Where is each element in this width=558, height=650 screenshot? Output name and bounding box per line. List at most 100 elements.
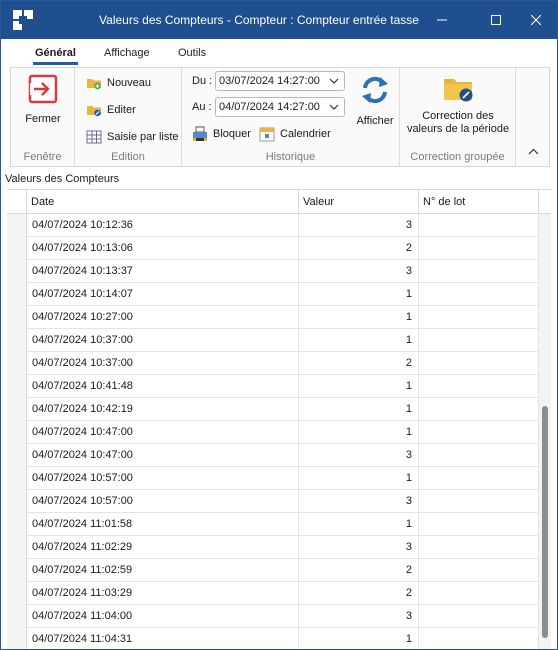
cell-value[interactable]: 1 [299,306,419,329]
to-date-field[interactable]: 04/07/2024 14:27:00 [215,97,345,117]
cell-value[interactable]: 1 [299,283,419,306]
vertical-scrollbar[interactable] [539,214,551,649]
cell-lot[interactable] [419,536,539,559]
cell-date[interactable]: 04/07/2024 10:14:07 [27,283,299,306]
cell-value[interactable]: 3 [299,605,419,628]
column-header-lot[interactable]: N° de lot [419,190,539,214]
column-header-value[interactable]: Valeur [299,190,419,214]
table-row[interactable]: 04/07/2024 11:02:59 2 [27,559,539,582]
cell-value[interactable]: 1 [299,467,419,490]
title-bar[interactable]: Valeurs des Compteurs - Compteur : Compt… [1,1,557,39]
cell-lot[interactable] [419,283,539,306]
table-row[interactable]: 04/07/2024 10:13:37 3 [27,260,539,283]
cell-lot[interactable] [419,352,539,375]
table-row[interactable]: 04/07/2024 10:37:00 1 [27,329,539,352]
table-row[interactable]: 04/07/2024 11:04:00 3 [27,605,539,628]
cell-lot[interactable] [419,467,539,490]
cell-date[interactable]: 04/07/2024 10:47:00 [27,421,299,444]
cell-value[interactable]: 1 [299,398,419,421]
row-selector-column[interactable] [7,214,27,649]
cell-lot[interactable] [419,421,539,444]
tab-outils[interactable]: Outils [178,47,206,59]
tab-affichage[interactable]: Affichage [104,47,150,59]
table-row[interactable]: 04/07/2024 10:14:07 1 [27,283,539,306]
cell-date[interactable]: 04/07/2024 11:04:31 [27,628,299,649]
column-header-date[interactable]: Date [27,190,299,214]
collapse-ribbon-button[interactable] [528,146,539,158]
table-row[interactable]: 04/07/2024 11:01:58 1 [27,513,539,536]
cell-lot[interactable] [419,513,539,536]
correction-button[interactable]: Correction des valeurs de la période [402,74,514,136]
cell-date[interactable]: 04/07/2024 10:57:00 [27,467,299,490]
cell-date[interactable]: 04/07/2024 10:37:00 [27,352,299,375]
cell-value[interactable]: 1 [299,628,419,649]
cell-lot[interactable] [419,398,539,421]
cell-date[interactable]: 04/07/2024 10:41:48 [27,375,299,398]
cell-date[interactable]: 04/07/2024 10:42:19 [27,398,299,421]
cell-value[interactable]: 2 [299,237,419,260]
cell-value[interactable]: 1 [299,375,419,398]
cell-value[interactable]: 3 [299,444,419,467]
cell-date[interactable]: 04/07/2024 10:57:00 [27,490,299,513]
cell-lot[interactable] [419,375,539,398]
table-row[interactable]: 04/07/2024 10:47:00 3 [27,444,539,467]
show-button[interactable]: Afficher [352,74,398,127]
cell-value[interactable]: 1 [299,329,419,352]
cell-value[interactable]: 1 [299,513,419,536]
cell-date[interactable]: 04/07/2024 10:27:00 [27,306,299,329]
table-row[interactable]: 04/07/2024 11:03:29 2 [27,582,539,605]
cell-date[interactable]: 04/07/2024 11:04:00 [27,605,299,628]
table-row[interactable]: 04/07/2024 10:12:36 3 [27,214,539,237]
table-row[interactable]: 04/07/2024 11:02:29 3 [27,536,539,559]
calendar-button[interactable]: Calendrier [259,126,331,142]
table-row[interactable]: 04/07/2024 10:57:00 1 [27,467,539,490]
cell-lot[interactable] [419,329,539,352]
cell-date[interactable]: 04/07/2024 10:37:00 [27,329,299,352]
cell-lot[interactable] [419,490,539,513]
cell-date[interactable]: 04/07/2024 10:12:36 [27,214,299,237]
cell-value[interactable]: 3 [299,260,419,283]
table-row[interactable]: 04/07/2024 10:37:00 2 [27,352,539,375]
cell-value[interactable]: 1 [299,421,419,444]
cell-lot[interactable] [419,214,539,237]
table-row[interactable]: 04/07/2024 10:41:48 1 [27,375,539,398]
cell-date[interactable]: 04/07/2024 10:13:37 [27,260,299,283]
cell-value[interactable]: 2 [299,582,419,605]
table-row[interactable]: 04/07/2024 10:42:19 1 [27,398,539,421]
cell-lot[interactable] [419,444,539,467]
minimize-button[interactable] [419,1,465,39]
cell-lot[interactable] [419,260,539,283]
close-button[interactable]: Fermer [15,74,71,125]
cell-value[interactable]: 3 [299,536,419,559]
cell-date[interactable]: 04/07/2024 10:47:00 [27,444,299,467]
cell-lot[interactable] [419,628,539,649]
scrollbar-thumb[interactable] [542,406,548,638]
cell-value[interactable]: 2 [299,559,419,582]
refresh-icon [362,76,388,104]
cell-date[interactable]: 04/07/2024 11:01:58 [27,513,299,536]
block-button[interactable]: Bloquer [192,126,251,142]
cell-lot[interactable] [419,237,539,260]
cell-lot[interactable] [419,605,539,628]
list-entry-button[interactable]: Saisie par liste [86,129,179,145]
cell-lot[interactable] [419,582,539,605]
cell-lot[interactable] [419,306,539,329]
edit-button[interactable]: Editer [86,102,136,118]
close-window-button[interactable] [513,1,557,39]
cell-value[interactable]: 2 [299,352,419,375]
cell-lot[interactable] [419,559,539,582]
cell-value[interactable]: 3 [299,214,419,237]
table-row[interactable]: 04/07/2024 10:47:00 1 [27,421,539,444]
new-button[interactable]: Nouveau [86,75,151,91]
table-row[interactable]: 04/07/2024 10:57:00 3 [27,490,539,513]
table-row[interactable]: 04/07/2024 11:04:31 1 [27,628,539,649]
cell-date[interactable]: 04/07/2024 11:03:29 [27,582,299,605]
table-row[interactable]: 04/07/2024 10:13:06 2 [27,237,539,260]
cell-date[interactable]: 04/07/2024 11:02:29 [27,536,299,559]
table-row[interactable]: 04/07/2024 10:27:00 1 [27,306,539,329]
from-date-field[interactable]: 03/07/2024 14:27:00 [215,71,345,91]
cell-date[interactable]: 04/07/2024 11:02:59 [27,559,299,582]
cell-value[interactable]: 3 [299,490,419,513]
cell-date[interactable]: 04/07/2024 10:13:06 [27,237,299,260]
tab-general[interactable]: Général [33,47,78,65]
